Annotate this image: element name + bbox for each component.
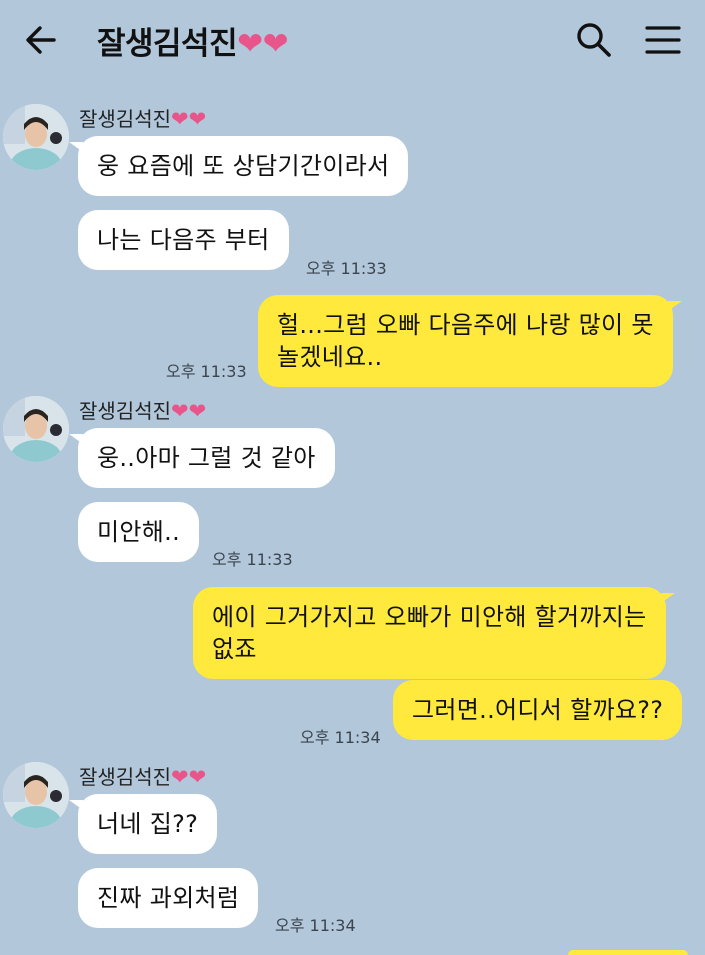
avatar-image	[3, 396, 69, 462]
message-timestamp: 오후 11:34	[300, 728, 381, 747]
heart-icon: ❤❤	[171, 107, 207, 131]
chat-header: 잘생김석진❤❤	[0, 0, 705, 82]
chat-title: 잘생김석진❤❤	[97, 18, 289, 63]
message-timestamp: 오후 11:33	[166, 362, 247, 381]
message-timestamp: 오후 11:33	[212, 550, 293, 569]
message-bubble-incoming[interactable]: 너네 집??	[68, 794, 218, 854]
message-bubble-outgoing[interactable]: 헐...그럼 오빠 다음주에 나랑 많이 못 놀겠네요..	[258, 295, 682, 387]
message-bubble-outgoing[interactable]: 에이 그거가지고 오빠가 미안해 할거까지는 없죠	[193, 587, 675, 679]
heart-icon: ❤❤	[237, 26, 289, 62]
sender-name: 잘생김석진❤❤	[79, 395, 206, 424]
sender-name: 잘생김석진❤❤	[79, 761, 206, 790]
message-line: 없죠	[212, 635, 257, 663]
sender-name: 잘생김석진❤❤	[79, 103, 206, 132]
back-button[interactable]	[24, 22, 60, 58]
avatar[interactable]	[3, 104, 69, 170]
menu-icon	[645, 26, 681, 54]
avatar[interactable]	[3, 762, 69, 828]
sender-name-text: 잘생김석진	[79, 399, 171, 423]
message-bubble-incoming[interactable]: 웅 요즘에 또 상담기간이라서	[68, 136, 409, 196]
message-timestamp: 오후 11:33	[306, 259, 387, 278]
chat-screen: 잘생김석진❤❤ 잘생김석진❤❤ 웅 요즘에 또 상담기간이라서 나는 다음주 부…	[0, 0, 705, 955]
message-bubble-incoming[interactable]: 나는 다음주 부터	[78, 210, 289, 270]
avatar[interactable]	[3, 396, 69, 462]
message-line: 에이 그거가지고 오빠가 미안해 할거까지는	[212, 603, 647, 631]
message-bubble-incoming[interactable]: 웅..아마 그럴 것 같아	[69, 428, 335, 488]
message-bubble-outgoing-partial[interactable]	[568, 950, 688, 955]
message-bubble-outgoing[interactable]: 그러면..어디서 할까요??	[393, 680, 683, 740]
sender-name-text: 잘생김석진	[79, 107, 171, 131]
message-line: 헐...그럼 오빠 다음주에 나랑 많이 못	[277, 311, 654, 339]
back-arrow-icon	[26, 26, 56, 54]
message-bubble-incoming[interactable]: 미안해..	[78, 502, 199, 562]
message-bubble-incoming[interactable]: 진짜 과외처럼	[78, 868, 259, 928]
heart-icon: ❤❤	[171, 399, 207, 423]
heart-icon: ❤❤	[171, 765, 207, 789]
avatar-image	[3, 762, 69, 828]
message-line: 놀겠네요..	[277, 343, 383, 371]
avatar-image	[3, 104, 69, 170]
chat-title-text: 잘생김석진	[97, 26, 238, 62]
message-timestamp: 오후 11:34	[275, 916, 356, 935]
search-icon	[577, 23, 611, 57]
sender-name-text: 잘생김석진	[79, 765, 171, 789]
search-button[interactable]	[574, 20, 614, 60]
menu-button[interactable]	[644, 22, 682, 58]
